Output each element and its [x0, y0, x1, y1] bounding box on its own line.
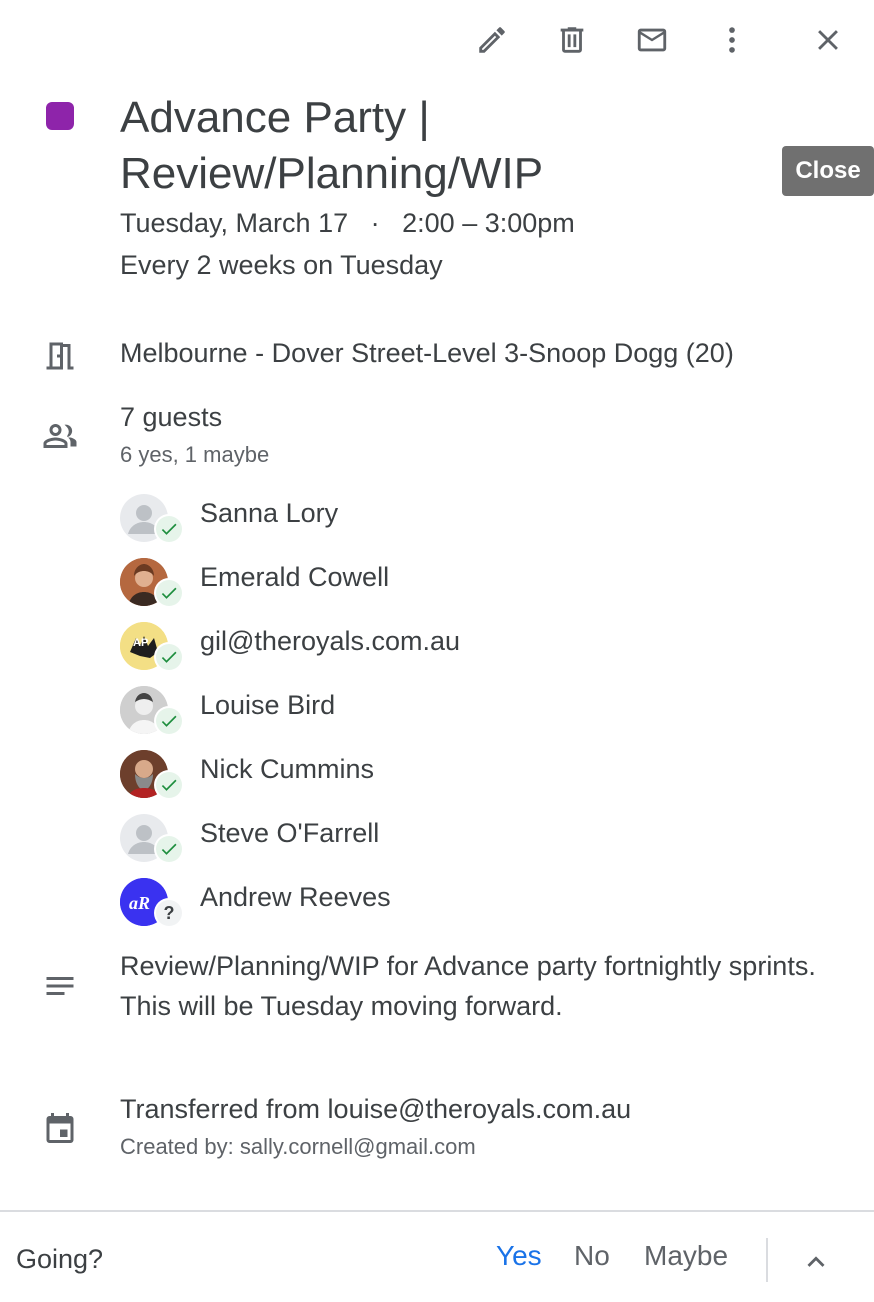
event-description: Review/Planning/WIP for Advance party fo…	[120, 946, 820, 1026]
check-icon	[161, 651, 177, 663]
event-datetime: Tuesday, March 17 · 2:00 – 3:00pm	[120, 208, 575, 239]
email-guests-button[interactable]	[628, 16, 676, 64]
event-title: Advance Party | Review/Planning/WIP	[120, 93, 544, 198]
event-color-chip	[46, 102, 74, 130]
accepted-badge	[154, 834, 184, 864]
question-icon: ?	[156, 900, 182, 926]
maybe-badge: ?	[154, 898, 184, 928]
guest-item[interactable]: Steve O'Farrell	[120, 810, 720, 866]
separator-dot: ·	[370, 208, 380, 238]
event-location: Melbourne - Dover Street-Level 3-Snoop D…	[120, 338, 734, 368]
check-icon	[161, 523, 177, 535]
trash-icon	[560, 27, 584, 53]
accepted-badge	[154, 706, 184, 736]
footer-separator	[766, 1238, 768, 1282]
edit-button[interactable]	[468, 16, 516, 64]
guest-summary: 6 yes, 1 maybe	[120, 442, 270, 467]
guests-icon	[40, 416, 80, 456]
created-by: Created by: sally.cornell@gmail.com	[120, 1134, 476, 1159]
close-icon	[818, 30, 838, 50]
check-icon	[161, 715, 177, 727]
event-date: Tuesday, March 17	[120, 208, 349, 238]
guest-name: Emerald Cowell	[200, 562, 390, 592]
accepted-badge	[154, 770, 184, 800]
footer-divider	[0, 1210, 874, 1212]
room-icon	[40, 336, 80, 376]
guest-item[interactable]: Louise Bird	[120, 682, 720, 738]
close-tooltip: Close	[782, 146, 874, 196]
chevron-up-icon	[807, 1256, 825, 1267]
more-options-button[interactable]	[708, 16, 756, 64]
more-vert-icon	[729, 27, 735, 53]
accepted-badge	[154, 642, 184, 672]
pencil-icon	[479, 27, 505, 53]
guest-name: Louise Bird	[200, 690, 336, 720]
svg-text:aR: aR	[129, 893, 150, 913]
guest-name: Sanna Lory	[200, 498, 339, 528]
event-time: 2:00 – 3:00pm	[402, 208, 575, 238]
guest-item[interactable]: aR ? Andrew Reeves	[120, 874, 720, 930]
expand-button[interactable]	[796, 1242, 836, 1282]
calendar-icon	[40, 1108, 80, 1148]
close-button[interactable]	[804, 16, 852, 64]
guest-item[interactable]: Sanna Lory	[120, 490, 720, 546]
check-icon	[161, 843, 177, 855]
rsvp-no-button[interactable]: No	[574, 1240, 610, 1272]
guest-name: Steve O'Farrell	[200, 818, 380, 848]
delete-button[interactable]	[548, 16, 596, 64]
going-label: Going?	[16, 1244, 104, 1274]
guest-count: 7 guests	[120, 402, 223, 432]
check-icon	[161, 779, 177, 791]
guest-name: gil@theroyals.com.au	[200, 626, 461, 656]
rsvp-maybe-button[interactable]: Maybe	[644, 1240, 728, 1272]
accepted-badge	[154, 578, 184, 608]
svg-text:AP: AP	[133, 637, 148, 649]
event-recurrence: Every 2 weeks on Tuesday	[120, 250, 443, 280]
guest-item[interactable]: Nick Cummins	[120, 746, 720, 802]
calendar-source: Transferred from louise@theroyals.com.au	[120, 1094, 632, 1124]
accepted-badge	[154, 514, 184, 544]
guest-item[interactable]: AP gil@theroyals.com.au	[120, 618, 720, 674]
mail-icon	[637, 28, 667, 52]
description-line-2: This will be Tuesday moving forward.	[120, 991, 563, 1021]
rsvp-yes-button[interactable]: Yes	[496, 1240, 542, 1272]
notes-icon	[40, 966, 80, 1006]
guest-item[interactable]: Emerald Cowell	[120, 554, 720, 610]
description-line-1: Review/Planning/WIP for Advance party fo…	[120, 951, 816, 981]
check-icon	[161, 587, 177, 599]
guest-name: Nick Cummins	[200, 754, 375, 784]
guest-name: Andrew Reeves	[200, 882, 391, 912]
